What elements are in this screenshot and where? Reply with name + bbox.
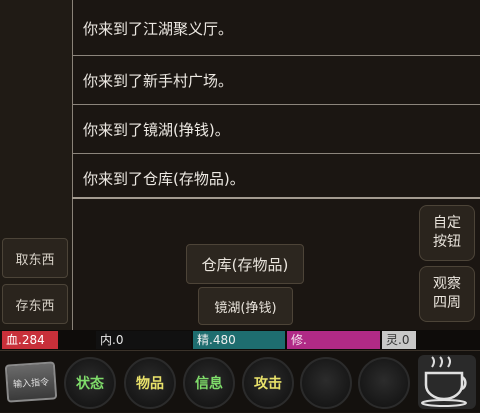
extra-stat: 灵.0 (382, 331, 416, 349)
mirror-lake-button[interactable]: 镜湖(挣钱) (198, 287, 293, 325)
warehouse-button[interactable]: 仓库(存物品) (186, 244, 304, 284)
custom-button[interactable]: 自定 按钮 (419, 205, 475, 261)
store-item-button[interactable]: 存东西 (2, 284, 68, 324)
status-bar: 血.284 内.0 精.480 修. 灵.0 (0, 330, 480, 350)
take-item-button[interactable]: 取东西 (2, 238, 68, 278)
log-line: 你来到了镜湖(挣钱)。 (83, 120, 230, 139)
message-log: 你来到了江湖聚义厅。 你来到了新手村广场。 你来到了镜湖(挣钱)。 你来到了仓库… (73, 0, 480, 198)
custom-button-line2: 按钮 (433, 234, 461, 250)
log-line: 你来到了仓库(存物品)。 (83, 169, 245, 188)
empty-slot-button[interactable] (300, 357, 352, 409)
custom-button-line1: 自定 (433, 215, 461, 231)
log-divider (72, 197, 480, 199)
blood-stat: 血.284 (2, 331, 58, 349)
log-line: 你来到了江湖聚义厅。 (83, 19, 234, 38)
observe-button-line2: 四周 (433, 295, 461, 311)
status-tab[interactable]: 状态 (64, 357, 116, 409)
log-line: 你来到了新手村广场。 (83, 71, 234, 90)
observe-button-line1: 观察 (433, 276, 461, 292)
observe-button[interactable]: 观察 四周 (419, 266, 475, 322)
tea-cup-icon-svg (421, 356, 467, 407)
input-command-button[interactable]: 输入指令 (4, 361, 58, 403)
empty-slot-button[interactable] (358, 357, 410, 409)
tea-cup-icon[interactable] (418, 355, 476, 409)
inner-stat: 内.0 (96, 331, 191, 349)
info-tab[interactable]: 信息 (183, 357, 235, 409)
cultivation-stat: 修. (287, 331, 380, 349)
bottom-nav: 输入指令 状态 物品 信息 攻击 (0, 350, 480, 412)
spirit-stat: 精.480 (193, 331, 285, 349)
items-tab[interactable]: 物品 (124, 357, 176, 409)
left-panel: 取东西 存东西 (0, 0, 73, 330)
attack-tab[interactable]: 攻击 (242, 357, 294, 409)
